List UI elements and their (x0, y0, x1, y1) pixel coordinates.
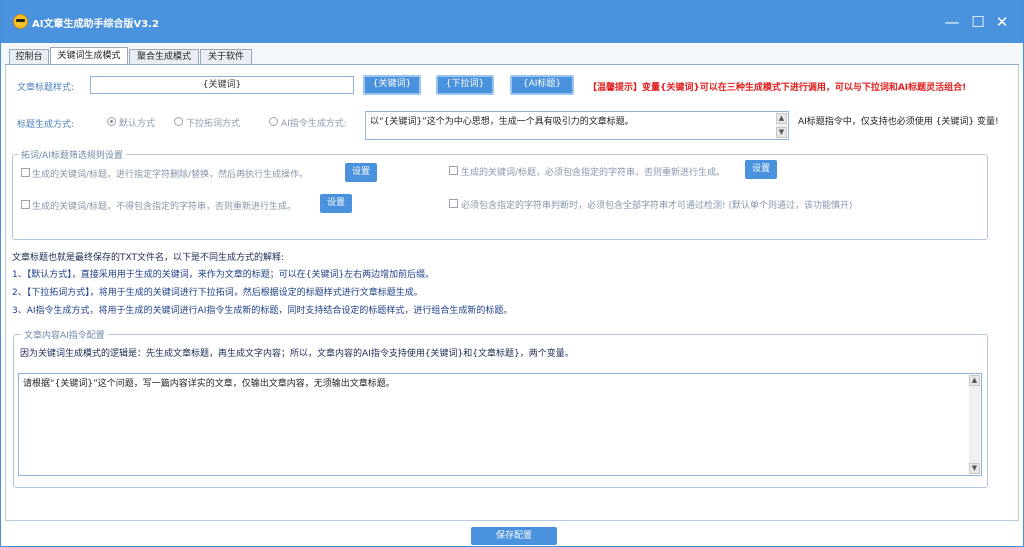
explanation-line-1: 1、【默认方式】，直接采用用于生成的关键词，来作为文章的标题；可以在{关键词}左… (12, 270, 435, 280)
radio-ai-mode[interactable] (269, 117, 278, 126)
explanation-heading: 文章标题也就是最终保存的TXT文件名，以下是不同生成方式的解释: (12, 253, 285, 263)
rule-must-contain-settings-button[interactable]: 设置 (745, 160, 777, 179)
scroll-up-icon[interactable]: ▲ (776, 113, 787, 124)
maximize-button[interactable]: ☐ (969, 13, 987, 31)
tab-keyword-mode[interactable]: 关键词生成模式 (50, 47, 128, 65)
rule-contain-all-checkbox[interactable] (449, 199, 458, 208)
app-window: AI文章生成助手综合版V3.2 — ☐ ✕ 控制台 关键词生成模式 聚合生成模式… (0, 0, 1024, 547)
rule-replace-checkbox[interactable] (21, 168, 30, 177)
window-title: AI文章生成助手综合版V3.2 (32, 19, 159, 30)
rule-contain-all-label[interactable]: 必须包含指定的字符串判断时，必须包含全部字符串才可通过检测! (默认单个则通过，… (461, 198, 853, 211)
title-bar[interactable]: AI文章生成助手综合版V3.2 — ☐ ✕ (1, 1, 1023, 43)
rule-exclude-label[interactable]: 生成的关键词/标题，不得包含指定的字符串，否则重新进行生成。 (32, 199, 296, 212)
radio-ai-mode-label[interactable]: AI指令生成方式: (281, 116, 347, 129)
tab-console[interactable]: 控制台 (9, 49, 49, 65)
radio-default-mode-label[interactable]: 默认方式 (119, 116, 155, 129)
tab-aggregate-mode[interactable]: 聚合生成模式 (129, 49, 199, 65)
title-style-label: 文章标题样式: (17, 83, 75, 93)
warm-tip: 【温馨提示】变量{关键词}可以在三种生成模式下进行调用，可以与下拉词和AI标题灵… (588, 83, 967, 93)
insert-keyword-button[interactable]: {关键词} (363, 75, 421, 95)
radio-dropdown-mode[interactable] (174, 117, 183, 126)
scroll-up-icon[interactable]: ▲ (969, 375, 980, 386)
content-prompt-text: 请根据“{关键词}”这个问题，写一篇内容详实的文章，仅输出文章内容，无须输出文章… (23, 379, 395, 389)
rule-must-contain-label[interactable]: 生成的关键词/标题，必须包含指定的字符串，否则重新进行生成。 (461, 165, 725, 178)
tab-about[interactable]: 关于软件 (200, 49, 252, 65)
minimize-button[interactable]: — (943, 13, 961, 31)
ai-title-prompt-text: 以“{关键词}”这个为中心思想，生成一个具有吸引力的文章标题。 (370, 117, 634, 127)
content-prompt-input[interactable]: 请根据“{关键词}”这个问题，写一篇内容详实的文章，仅输出文章内容，无须输出文章… (18, 373, 982, 476)
rule-exclude-checkbox[interactable] (21, 200, 30, 209)
close-button[interactable]: ✕ (993, 13, 1011, 31)
content-prompt-group-title: 文章内容AI指令配置 (21, 328, 108, 341)
radio-default-mode[interactable] (107, 117, 116, 126)
app-logo-icon (13, 14, 28, 29)
title-style-input[interactable]: {关键词} (90, 76, 354, 94)
ai-title-note: AI标题指令中，仅支持也必须使用 {关键词} 变量! (798, 117, 999, 127)
explanation-line-2: 2、【下拉拓词方式】，将用于生成的关键词进行下拉拓词，然后根据设定的标题样式进行… (12, 288, 423, 298)
scroll-down-icon[interactable]: ▼ (969, 463, 980, 474)
insert-dropdown-word-button[interactable]: {下拉词} (436, 75, 494, 95)
rule-replace-settings-button[interactable]: 设置 (345, 163, 377, 182)
ai-title-prompt-input[interactable]: 以“{关键词}”这个为中心思想，生成一个具有吸引力的文章标题。 ▲ ▼ (365, 111, 789, 140)
rule-must-contain-checkbox[interactable] (449, 166, 458, 175)
radio-dropdown-mode-label[interactable]: 下拉拓词方式 (186, 116, 240, 129)
rule-replace-label[interactable]: 生成的关键词/标题，进行指定字符删除/替换，然后再执行生成操作。 (32, 167, 308, 180)
ai-title-prompt-scrollbar[interactable]: ▲ ▼ (776, 113, 787, 138)
content-prompt-note: 因为关键词生成模式的逻辑是：先生成文章标题，再生成文字内容；所以，文章内容的AI… (20, 349, 574, 359)
filter-rules-group-title: 拓词/AI标题筛选规则设置 (18, 148, 126, 161)
explanation-line-3: 3、AI指令生成方式，将用于生成的关键词进行AI指令生成新的标题，同时支持结合设… (12, 306, 513, 316)
title-gen-label: 标题生成方式: (17, 120, 75, 130)
save-config-button[interactable]: 保存配置 (471, 527, 557, 545)
rule-exclude-settings-button[interactable]: 设置 (320, 194, 352, 213)
insert-ai-title-button[interactable]: {AI标题} (510, 75, 574, 95)
content-prompt-scrollbar[interactable]: ▲ ▼ (969, 375, 980, 474)
scroll-down-icon[interactable]: ▼ (776, 127, 787, 138)
